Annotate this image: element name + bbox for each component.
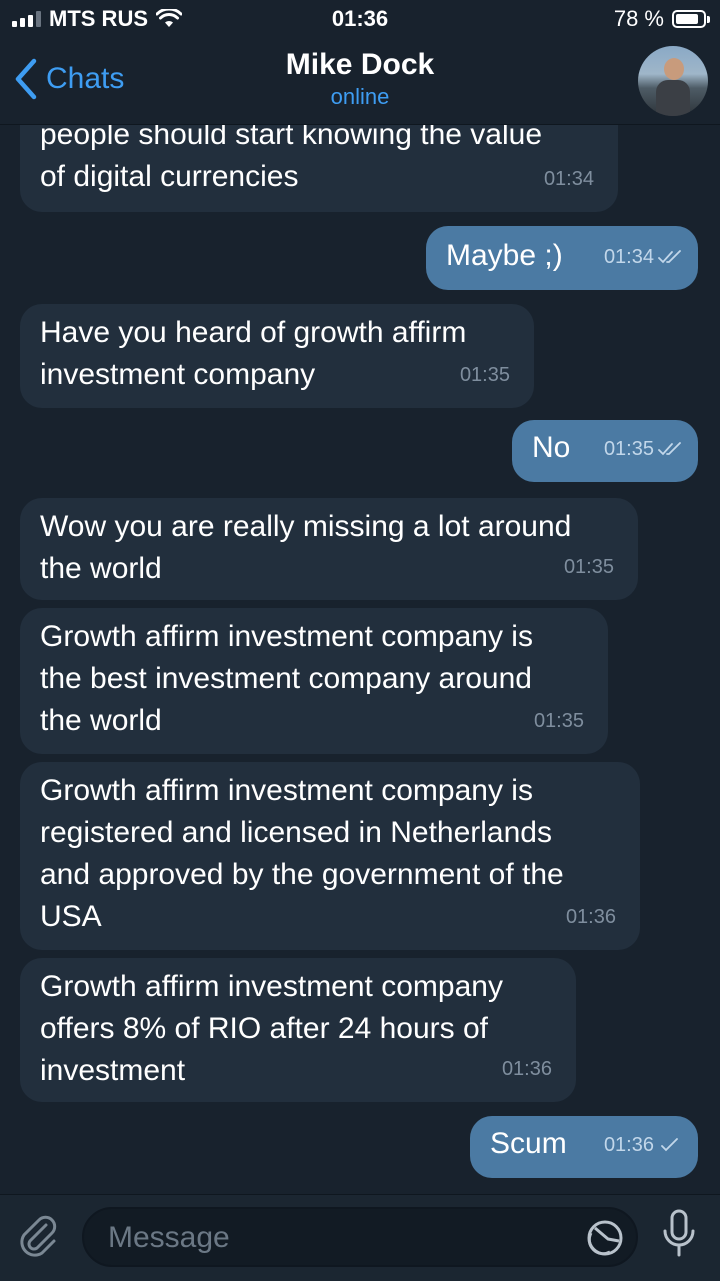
microphone-icon[interactable]	[660, 1209, 698, 1261]
battery-icon	[672, 10, 710, 28]
message-time: 01:36	[565, 906, 616, 928]
message-time-group: 01:36	[604, 1124, 684, 1166]
message-text: people should start knowing the value of…	[40, 124, 543, 193]
message-time: 01:35	[563, 556, 614, 578]
double-check-icon	[658, 250, 681, 264]
message-incoming[interactable]: people should start knowing the value of…	[20, 124, 618, 212]
message-field[interactable]	[82, 1207, 638, 1267]
message-time: 01:34	[603, 246, 654, 268]
double-check-icon	[658, 442, 681, 456]
avatar[interactable]	[638, 46, 708, 116]
message-time: 01:36	[603, 1134, 654, 1156]
chat-header: Chats Mike Dock online	[0, 40, 720, 125]
contact-status: online	[330, 84, 390, 109]
battery-group: 78 %	[613, 6, 710, 32]
contact-info[interactable]: Mike Dock online	[0, 48, 720, 110]
status-bar: MTS RUS 01:36 78 %	[0, 0, 720, 40]
message-time-group: 01:35	[604, 428, 684, 470]
message-time: 01:35	[459, 364, 510, 386]
message-incoming[interactable]: Growth affirm investment company is regi…	[20, 762, 640, 950]
message-input[interactable]	[106, 1215, 570, 1261]
paperclip-icon[interactable]	[16, 1213, 62, 1259]
message-incoming[interactable]: Growth affirm investment company is the …	[20, 608, 608, 754]
message-time: 01:35	[603, 438, 654, 460]
message-text: Growth affirm investment company is the …	[40, 620, 533, 737]
composer-bar	[0, 1194, 720, 1281]
message-incoming[interactable]: Growth affirm investment company offers …	[20, 958, 576, 1102]
message-outgoing[interactable]: Maybe ;) 01:34	[426, 226, 698, 290]
message-time: 01:35	[533, 710, 584, 732]
message-text: Have you heard of growth affirm investme…	[40, 316, 467, 391]
message-outgoing[interactable]: Scum 01:36	[470, 1116, 698, 1178]
message-time: 01:36	[501, 1058, 552, 1080]
battery-percent: 78 %	[613, 6, 664, 31]
message-text: Growth affirm investment company offers …	[40, 970, 503, 1087]
message-outgoing[interactable]: No 01:35	[512, 420, 698, 482]
sticker-icon[interactable]	[586, 1219, 624, 1257]
clock: 01:36	[331, 6, 389, 31]
message-text: Growth affirm investment company is regi…	[40, 774, 564, 933]
check-icon	[661, 1138, 678, 1152]
message-list[interactable]: people should start knowing the value of…	[0, 124, 720, 1194]
message-incoming[interactable]: Wow you are really missing a lot around …	[20, 498, 638, 600]
message-incoming[interactable]: Have you heard of growth affirm investme…	[20, 304, 534, 408]
message-time: 01:34	[543, 168, 594, 190]
message-text: Wow you are really missing a lot around …	[40, 510, 572, 585]
contact-name: Mike Dock	[285, 48, 435, 81]
message-time-group: 01:34	[604, 236, 684, 278]
